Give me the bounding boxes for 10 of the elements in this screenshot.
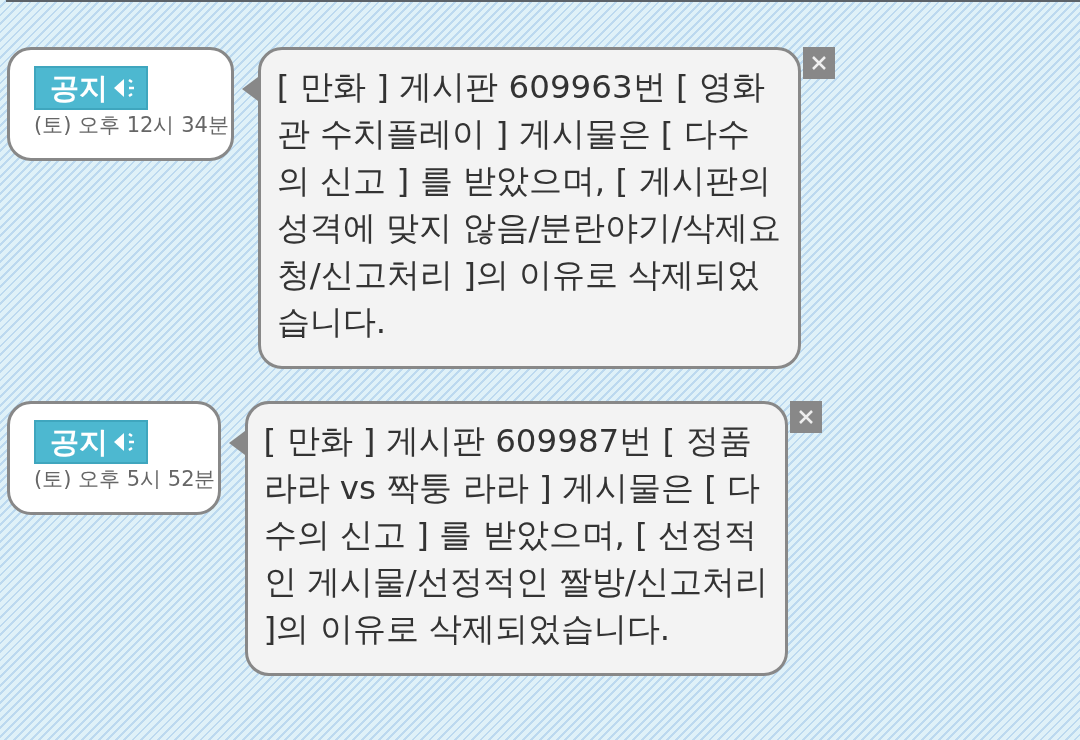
badge-label: 공지 <box>50 70 108 106</box>
close-icon <box>797 409 814 425</box>
message-text: [ 만화 ] 게시판 609963번 [ 영화관 수치플레이 ] 게시물은 [ 다수의 신고 ] 를 받았으며, [ 게시판의 성격에 맞지 않음/분란야기/삭제요청/신고처리 ]의 이유로 삭제되었습니다. <box>276 67 782 343</box>
message-text: [ 만화 ] 게시판 609987번 [ 정품라라 vs 짝퉁 라라 ] 게시물은 [ 다수의 신고 ] 를 받았으며, [ 선정적인 게시물/선정적인 짤방/신고처리 ]의 이유로 삭제되었습니다. <box>263 421 769 650</box>
close-icon <box>810 55 827 71</box>
close-button[interactable] <box>789 401 822 433</box>
close-button[interactable] <box>802 47 835 79</box>
badge-label: 공지 <box>50 424 108 460</box>
timestamp: (토) 오후 12시 34분 <box>34 112 229 139</box>
timestamp: (토) 오후 5시 52분 <box>34 466 216 493</box>
